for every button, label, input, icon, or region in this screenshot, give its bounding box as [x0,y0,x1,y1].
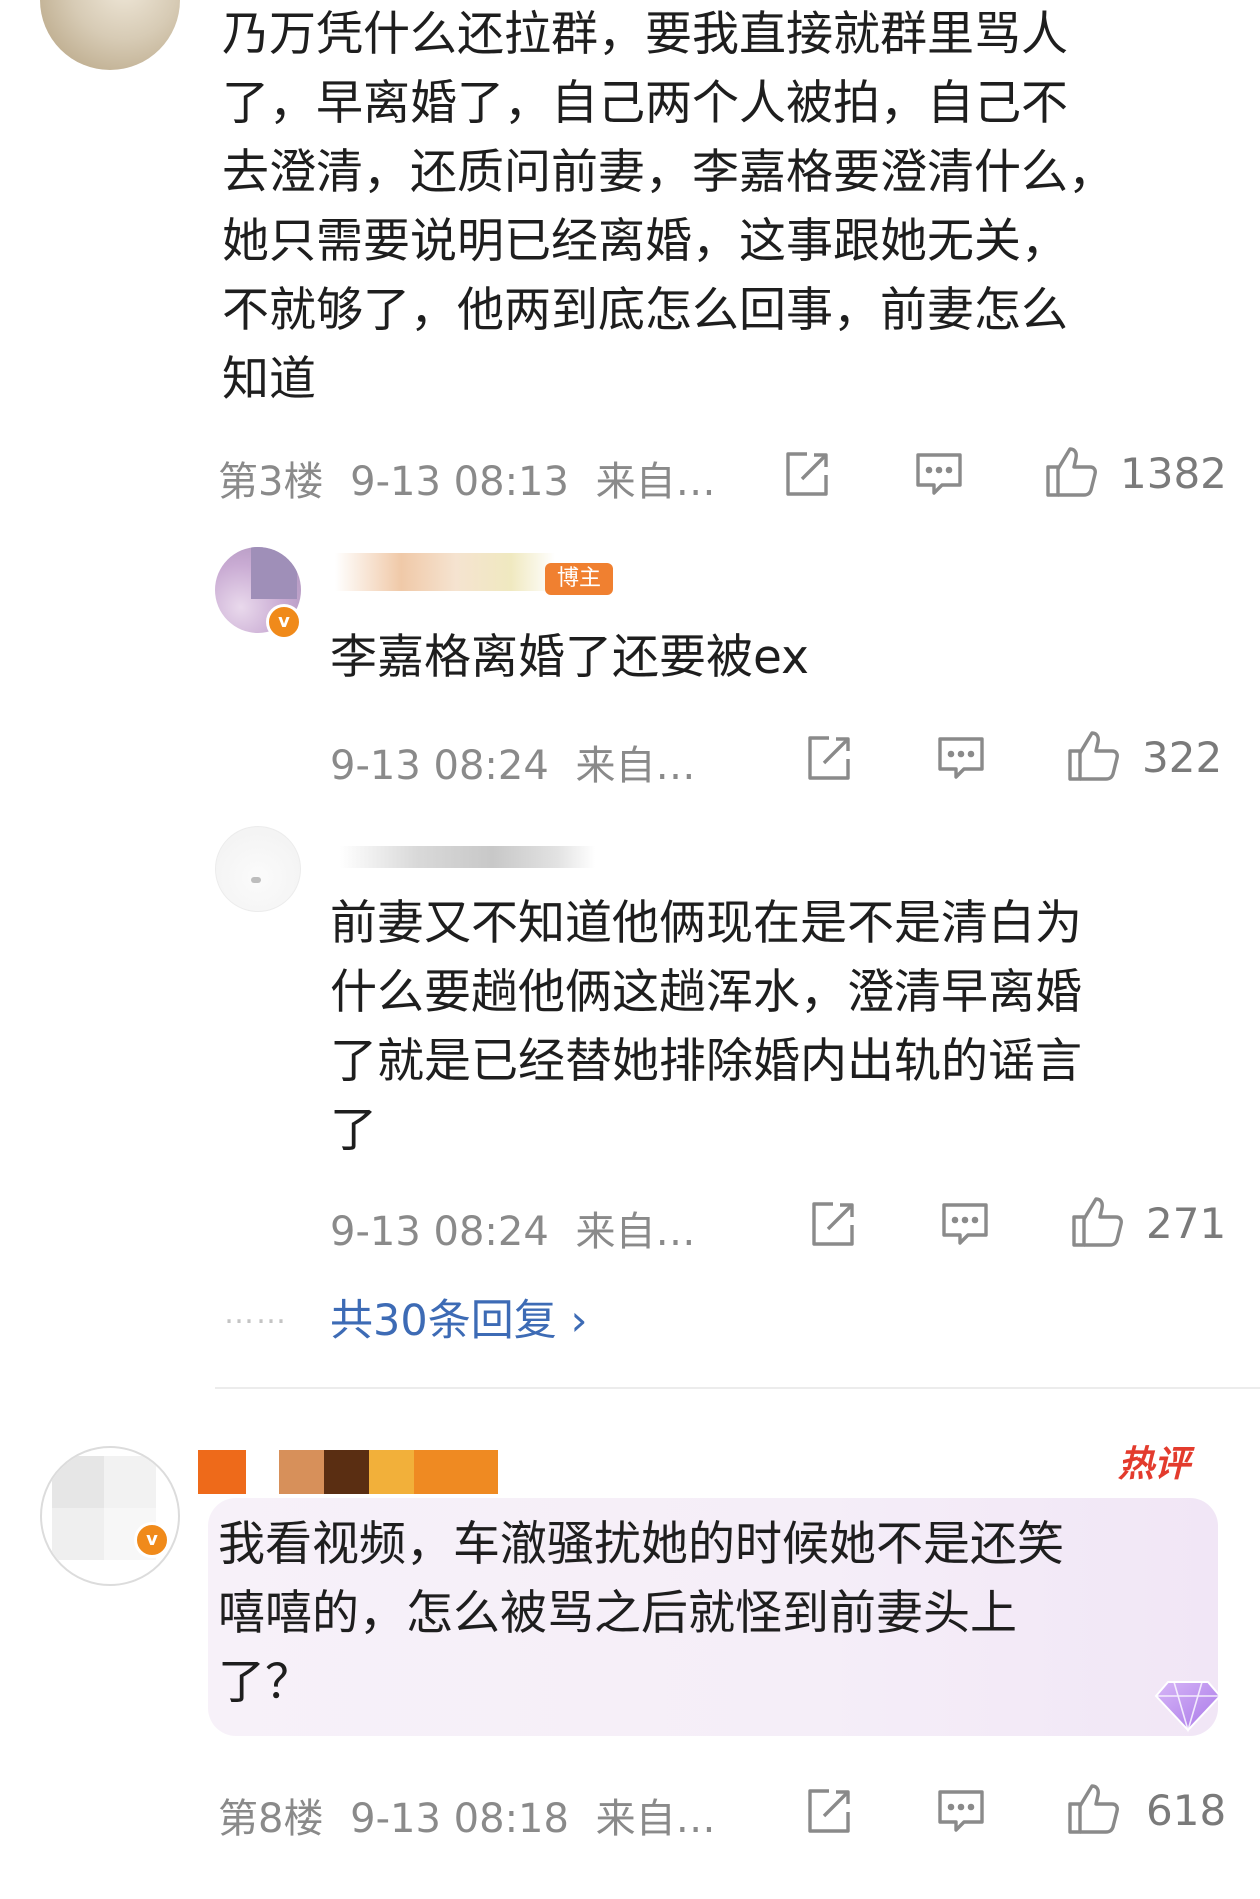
comment-icon[interactable] [934,1784,988,1838]
like-icon[interactable] [1070,1195,1124,1249]
reply-meta: 9-13 08:24 来自… [330,1199,710,1257]
comment-text: 乃万凭什么还拉群，要我直接就群里骂人 了，早离婚了，自己两个人被拍，自己不 去澄… [222,0,1115,414]
like-count: 322 [1142,733,1223,782]
comment-line: 我看视频，车澈骚扰她的时候她不是还笑 [218,1517,1064,1572]
reply-line: 了就是已经替她排除婚内出轨的谣言 [330,1034,1082,1089]
avatar[interactable] [215,826,301,912]
reply-line: 前妻又不知道他俩现在是不是清白为 [330,896,1082,951]
timestamp: 9-13 08:13 [350,459,569,505]
like-count: 618 [1146,1786,1227,1835]
floor-number: 第8楼 [218,1796,324,1842]
diamond-icon [1154,1681,1222,1733]
like-count: 271 [1146,1199,1227,1248]
comment-line: 不就够了，他两到底怎么回事，前妻怎么 [222,283,1068,338]
comment-line: 了，早离婚了，自己两个人被拍，自己不 [222,76,1068,131]
reply-text: 前妻又不知道他俩现在是不是清白为 什么要趟他俩这趟浑水，澄清早离婚 了就是已经替… [330,889,1082,1165]
verified-badge: v [134,1522,170,1558]
comment-icon[interactable] [938,1197,992,1251]
reply-line: 李嘉格离婚了还要被ex [330,630,809,685]
verified-badge: v [266,604,302,640]
share-icon[interactable] [802,1784,856,1838]
source-text: 来自… [595,1796,716,1842]
username-obscured[interactable] [335,553,555,591]
like-count: 1382 [1120,449,1227,498]
share-icon[interactable] [802,731,856,785]
source-text: 来自… [575,1209,696,1255]
reply-text: 李嘉格离婚了还要被ex [330,623,809,692]
timestamp: 9-13 08:24 [330,1209,549,1255]
like-icon[interactable] [1066,1782,1120,1836]
avatar[interactable] [40,0,180,70]
like-icon[interactable] [1066,729,1120,783]
comment-line: 乃万凭什么还拉群，要我直接就群里骂人 [222,7,1068,62]
comment-text: 我看视频，车澈骚扰她的时候她不是还笑 嘻嘻的，怎么被骂之后就怪到前妻头上 了？ [218,1510,1064,1717]
comment-meta: 第3楼 9-13 08:13 来自… [218,449,730,507]
avatar[interactable] [40,1446,180,1586]
share-icon[interactable] [806,1197,860,1251]
comment-meta: 第8楼 9-13 08:18 来自… [218,1786,730,1844]
like-icon[interactable] [1044,445,1098,499]
comment-line: 去澄清，还质问前妻，李嘉格要澄清什么， [222,145,1115,200]
more-replies-link[interactable]: 共30条回复 › [330,1286,588,1348]
comment-icon[interactable] [934,731,988,785]
comment-line: 嘻嘻的，怎么被骂之后就怪到前妻头上 [218,1586,1017,1641]
source-text: 来自… [575,743,696,789]
reply-line: 什么要趟他俩这趟浑水，澄清早离婚 [330,965,1082,1020]
hot-comment-badge: 热评 [1118,1444,1191,1485]
floor-number: 第3楼 [218,459,324,505]
divider [215,1387,1260,1389]
comment-line: 她只需要说明已经离婚，这事跟她无关， [222,214,1068,269]
comment-line: 了？ [218,1655,312,1710]
timestamp: 9-13 08:18 [350,1796,569,1842]
reply-meta: 9-13 08:24 来自… [330,733,710,791]
timestamp: 9-13 08:24 [330,743,549,789]
host-badge: 博主 [545,563,614,595]
share-icon[interactable] [780,447,834,501]
comment-line: 知道 [222,352,316,407]
username-obscured[interactable] [340,846,595,868]
comment-icon[interactable] [912,447,966,501]
more-replies-dots: …… [224,1296,288,1331]
source-text: 来自… [595,459,716,505]
username-obscured[interactable] [198,1450,498,1494]
reply-line: 了 [330,1103,377,1158]
